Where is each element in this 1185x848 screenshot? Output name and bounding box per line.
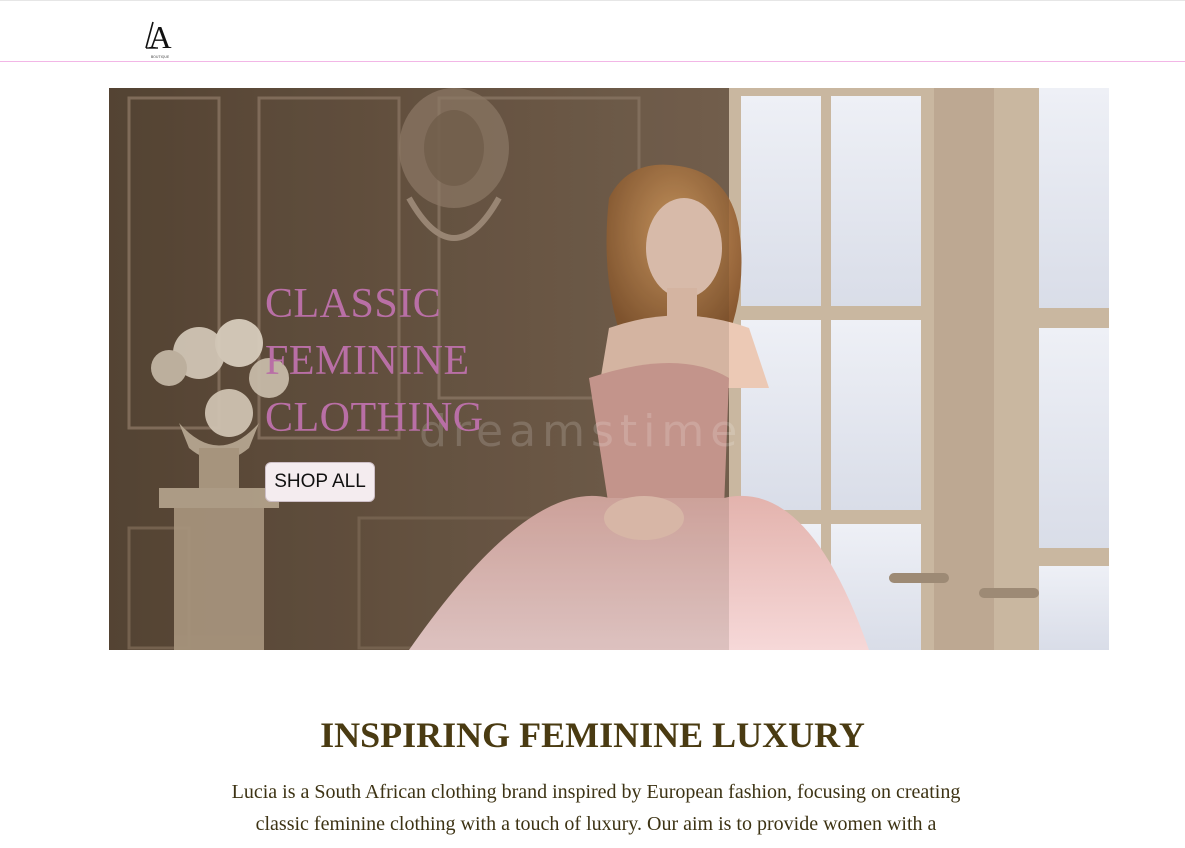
hero-title-line: CLASSIC: [265, 281, 442, 327]
hero-title-line: CLOTHING: [265, 395, 484, 441]
brand-logo[interactable]: A BOUTIQUE: [140, 17, 180, 61]
about-heading: INSPIRING FEMININE LUXURY: [320, 715, 865, 755]
logo-mark-icon: A BOUTIQUE: [145, 19, 172, 59]
hero-title: CLASSIC FEMININE CLOTHING: [265, 276, 484, 447]
about-body: Lucia is a South African clothing brand …: [231, 781, 961, 835]
site-header: A BOUTIQUE: [0, 0, 1185, 62]
hero-banner: dreamstime CLASSIC FEMININE CLOTHING SHO…: [109, 88, 1109, 650]
logo-tagline: BOUTIQUE: [151, 55, 169, 59]
shop-all-button[interactable]: SHOP ALL: [265, 462, 375, 502]
hero-title-line: FEMININE: [265, 338, 470, 384]
hero-image: [109, 88, 1109, 650]
